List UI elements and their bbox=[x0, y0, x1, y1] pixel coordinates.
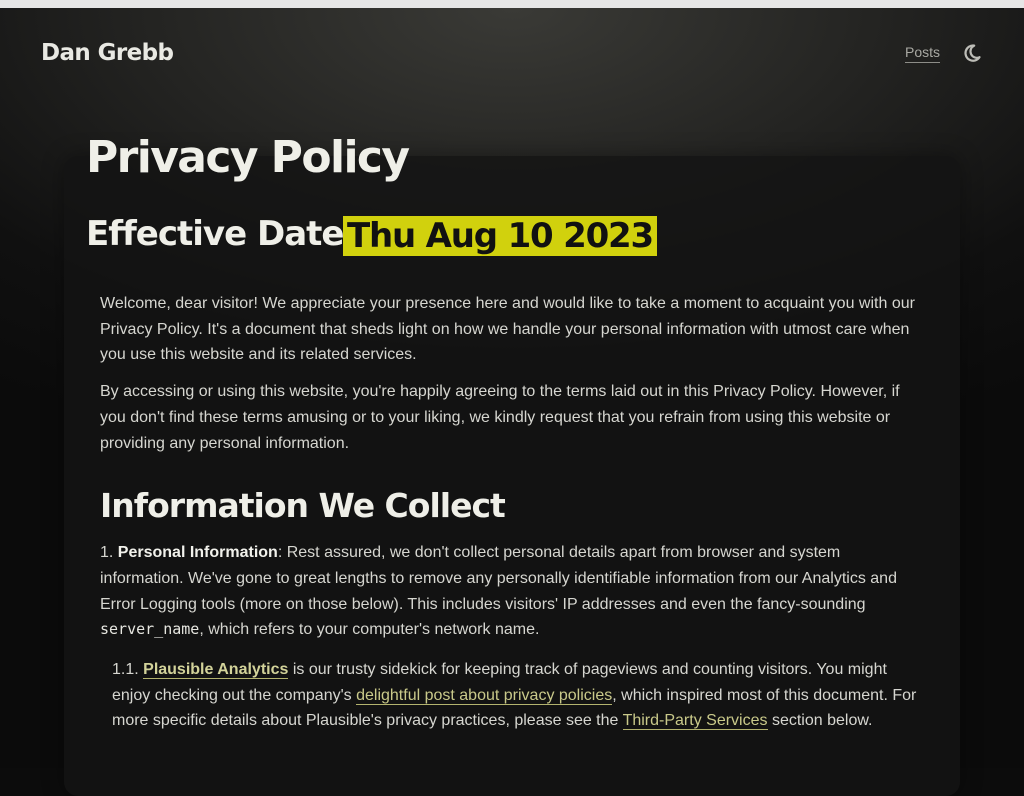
item-number: 1.1. bbox=[112, 661, 139, 679]
section-heading-information: Information We Collect bbox=[100, 486, 506, 526]
page-background: Dan Grebb Posts Privacy Policy Effective… bbox=[0, 8, 1024, 796]
list-item-personal-information: 1. Personal Information: Rest assured, w… bbox=[100, 540, 926, 643]
nav-posts-link[interactable]: Posts bbox=[905, 44, 941, 63]
moon-icon bbox=[964, 44, 981, 62]
site-title[interactable]: Dan Grebb bbox=[41, 40, 174, 66]
list-item-plausible: 1.1. Plausible Analytics is our trusty s… bbox=[112, 657, 926, 734]
browser-top-strip bbox=[0, 0, 1024, 8]
effective-date-label: Effective Date: bbox=[86, 214, 357, 254]
intro-paragraph-2: By accessing or using this website, you'… bbox=[100, 383, 900, 452]
policy-content: Welcome, dear visitor! We appreciate you… bbox=[100, 291, 926, 745]
third-party-services-link[interactable]: Third-Party Services bbox=[622, 712, 768, 731]
intro-paragraph-1: Welcome, dear visitor! We appreciate you… bbox=[100, 295, 915, 364]
privacy-post-link[interactable]: delightful post about privacy policies bbox=[356, 686, 613, 705]
item-term: Personal Information bbox=[117, 544, 278, 562]
plausible-analytics-link[interactable]: Plausible Analytics bbox=[143, 661, 289, 680]
item-text-b: , which refers to your computer's networ… bbox=[199, 621, 540, 639]
page-title: Privacy Policy bbox=[86, 132, 410, 183]
inline-code: server_name bbox=[100, 620, 200, 639]
item-text-c: section below. bbox=[767, 712, 873, 730]
effective-date-value: Thu Aug 10 2023 bbox=[343, 216, 657, 256]
item-number: 1. bbox=[100, 544, 114, 562]
theme-toggle-button[interactable] bbox=[962, 40, 988, 66]
